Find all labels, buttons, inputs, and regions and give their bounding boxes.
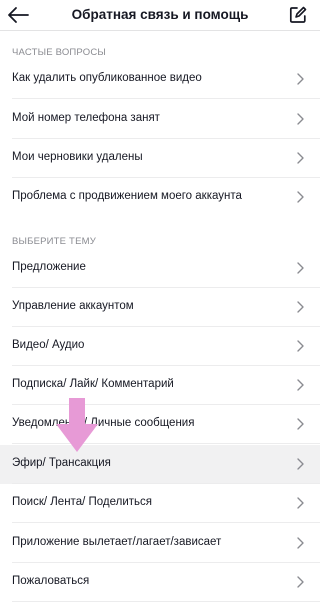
edit-note-icon — [289, 6, 307, 23]
list-item-label: Предложение — [12, 261, 86, 273]
list-item-label: Пожаловаться — [12, 575, 90, 587]
row-divider — [12, 522, 320, 523]
list-item-label: Как удалить опубликованное видео — [12, 72, 202, 84]
list-item-label: Проблема с продвижением моего аккаунта — [12, 190, 242, 202]
chevron-right-icon — [297, 113, 304, 125]
chevron-right-icon — [297, 537, 304, 549]
list-item-label: Поиск/ Лента/ Поделиться — [12, 496, 152, 508]
list-item-label: Мои черновики удалены — [12, 151, 143, 163]
chevron-right-icon — [297, 497, 304, 509]
chevron-right-icon — [297, 458, 304, 470]
header-divider — [0, 30, 320, 31]
back-arrow-icon — [8, 7, 29, 23]
chevron-right-icon — [297, 262, 304, 274]
list-item[interactable]: Как удалить опубликованное видео — [0, 60, 320, 99]
chevron-right-icon — [297, 418, 304, 430]
section-header-label: ЧАСТЫЕ ВОПРОСЫ — [12, 47, 107, 58]
list-item[interactable]: Пожаловаться — [0, 563, 320, 602]
list-item-label: Подписка/ Лайк/ Комментарий — [12, 378, 174, 390]
list-item[interactable]: Подписка/ Лайк/ Комментарий — [0, 366, 320, 405]
row-divider — [12, 98, 320, 99]
list-item[interactable]: Мой номер телефона занят — [0, 100, 320, 139]
list-item-label: Эфир/ Трансакция — [12, 457, 111, 469]
list-item[interactable]: Предложение — [0, 249, 320, 288]
list-item[interactable]: Уведомления/ Личные сообщения — [0, 405, 320, 444]
row-divider — [12, 443, 320, 444]
list-item-label: Видео/ Аудио — [12, 339, 85, 351]
list-item-label: Управление аккаунтом — [12, 300, 134, 312]
chevron-right-icon — [297, 379, 304, 391]
back-button[interactable] — [6, 4, 32, 26]
list-item[interactable]: Эфир/ Трансакция — [0, 445, 320, 484]
list-item[interactable]: Управление аккаунтом — [0, 288, 320, 327]
section-header-label: ВЫБЕРИТЕ ТЕМУ — [12, 236, 96, 247]
list-item[interactable]: Видео/ Аудио — [0, 327, 320, 366]
list-item[interactable]: Мои черновики удалены — [0, 139, 320, 178]
top-bar: Обратная связь и помощь — [0, 0, 320, 30]
row-divider — [12, 601, 320, 602]
chevron-right-icon — [297, 191, 304, 203]
list-item-label: Мой номер телефона занят — [12, 112, 160, 124]
chevron-right-icon — [297, 576, 304, 588]
chevron-right-icon — [297, 301, 304, 313]
list-item-label: Уведомления/ Личные сообщения — [12, 417, 195, 429]
chevron-right-icon — [297, 340, 304, 352]
page-title: Обратная связь и помощь — [71, 7, 249, 22]
list-item[interactable]: Проблема с продвижением моего аккаунта — [0, 178, 320, 217]
list-item[interactable]: Приложение вылетает/лагает/зависает — [0, 524, 320, 563]
edit-button[interactable] — [288, 5, 308, 25]
list-item[interactable]: Поиск/ Лента/ Поделиться — [0, 484, 320, 523]
chevron-right-icon — [297, 152, 304, 164]
list-item-label: Приложение вылетает/лагает/зависает — [12, 536, 222, 548]
chevron-right-icon — [297, 73, 304, 85]
